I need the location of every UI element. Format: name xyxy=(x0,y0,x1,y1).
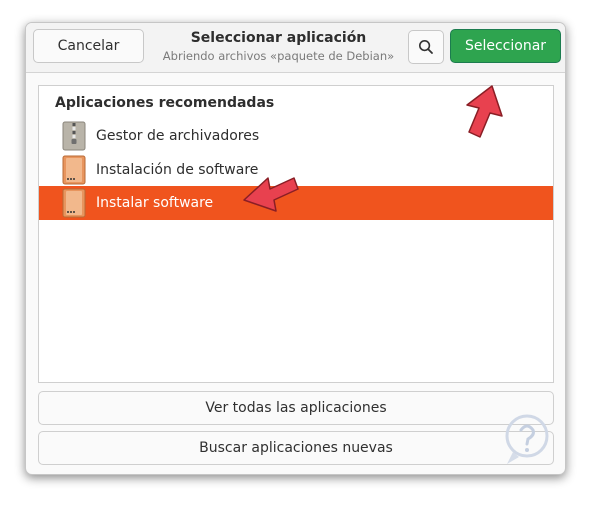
list-item-label: Instalación de software xyxy=(96,162,259,178)
find-new-apps-button[interactable]: Buscar aplicaciones nuevas xyxy=(38,431,554,465)
list-item[interactable]: Gestor de archivadores xyxy=(39,119,553,153)
header-bar: Cancelar Seleccionar aplicación Abriendo… xyxy=(26,23,565,73)
cancel-button[interactable]: Cancelar xyxy=(33,29,144,63)
title-block: Seleccionar aplicación Abriendo archivos… xyxy=(156,30,401,63)
app-chooser-dialog: Cancelar Seleccionar aplicación Abriendo… xyxy=(25,22,566,475)
section-title: Aplicaciones recomendadas xyxy=(55,95,275,111)
list-item-label: Instalar software xyxy=(96,195,214,211)
list-item[interactable]: Instalación de software xyxy=(39,153,553,187)
view-all-apps-button[interactable]: Ver todas las aplicaciones xyxy=(38,391,554,425)
archive-manager-icon xyxy=(61,121,87,151)
select-button[interactable]: Seleccionar xyxy=(450,29,561,63)
search-button[interactable] xyxy=(408,30,444,64)
recommended-apps-list: Aplicaciones recomendadas Gestor de arch… xyxy=(38,85,554,383)
dialog-title: Seleccionar aplicación xyxy=(190,30,367,46)
list-item-selected[interactable]: Instalar software xyxy=(39,186,553,220)
search-icon xyxy=(418,39,433,54)
package-icon xyxy=(61,188,87,218)
dialog-subtitle: Abriendo archivos «paquete de Debian» xyxy=(162,49,395,63)
watermark-logo-icon xyxy=(505,414,549,464)
list-item-label: Gestor de archivadores xyxy=(96,128,260,144)
package-icon xyxy=(61,155,87,185)
